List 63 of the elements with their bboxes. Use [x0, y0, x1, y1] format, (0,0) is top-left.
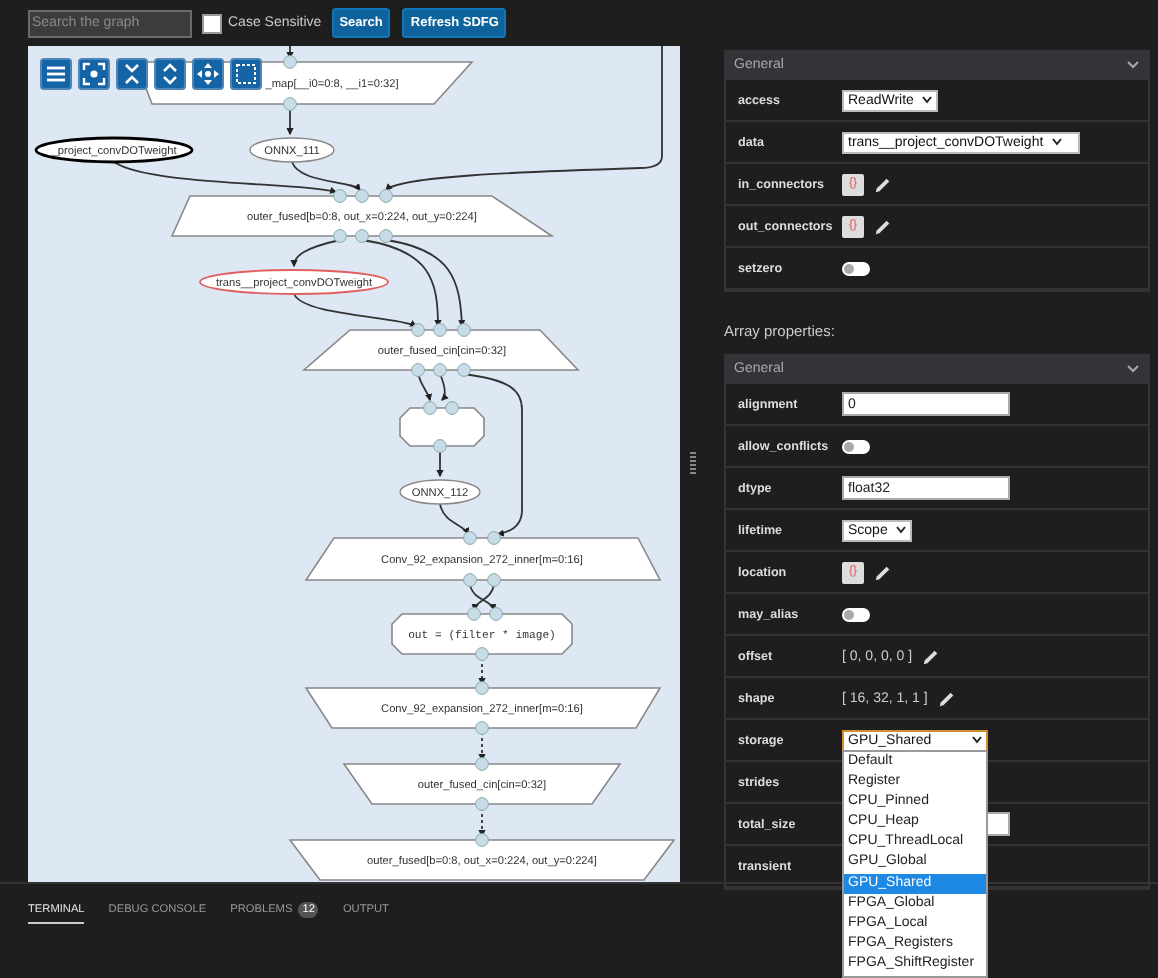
connector-dot	[487, 573, 501, 587]
connector-dot	[333, 189, 347, 203]
caret-icon	[921, 96, 932, 104]
connector-dot	[355, 229, 369, 243]
pencil-icon[interactable]	[922, 647, 941, 665]
connector-dot	[475, 757, 489, 771]
pencil-icon[interactable]	[874, 563, 892, 581]
caret-icon	[1051, 138, 1062, 146]
connector-dot	[475, 797, 489, 811]
connector-dot	[423, 401, 437, 415]
caret-icon	[972, 736, 982, 744]
edge-arrow	[286, 46, 294, 60]
collapse-icon	[120, 62, 144, 86]
move-button[interactable]	[192, 58, 224, 90]
toggle-switch[interactable]	[842, 439, 870, 453]
edge-arrow	[417, 373, 432, 402]
caret-icon	[895, 526, 906, 534]
zoom-to-fit-button[interactable]	[78, 58, 110, 90]
connector-dot	[433, 439, 447, 453]
connector-dot	[463, 531, 477, 545]
connector-dot	[475, 721, 489, 735]
expand-icon	[158, 62, 182, 86]
connector-dot	[379, 189, 393, 203]
toggle-switch[interactable]	[842, 261, 870, 275]
menu-icon	[44, 62, 68, 86]
edge-arrow	[286, 107, 294, 136]
graph-canvas[interactable]	[28, 46, 680, 882]
pencil-icon[interactable]	[874, 175, 892, 193]
toggle-switch[interactable]	[842, 607, 870, 621]
box-select-button[interactable]	[230, 58, 262, 90]
connector-dot	[411, 323, 425, 337]
edge-arrow	[439, 373, 449, 401]
connector-dot	[283, 97, 297, 111]
connector-dot	[433, 363, 447, 377]
connector-dot	[333, 229, 347, 243]
connector-dot	[475, 833, 489, 847]
collapse-button[interactable]	[116, 58, 148, 90]
connector-dot	[445, 401, 459, 415]
case-sensitive-checkbox[interactable]	[202, 13, 222, 33]
connector-dot	[411, 363, 425, 377]
edge-arrow	[436, 449, 444, 478]
connector-dot	[433, 323, 447, 337]
connector-dot	[457, 323, 471, 337]
connector-dot	[283, 55, 297, 69]
edge-arrow	[290, 239, 341, 268]
pencil-icon[interactable]	[874, 217, 892, 235]
tasklet-node[interactable]	[399, 407, 485, 447]
connector-dot	[475, 681, 489, 695]
connector-dot	[355, 189, 369, 203]
box-select-icon	[234, 62, 258, 86]
connector-dot	[467, 607, 481, 621]
move-icon	[196, 62, 220, 86]
splitter-handle[interactable]	[689, 452, 695, 476]
connector-dot	[457, 363, 471, 377]
expand-button[interactable]	[154, 58, 186, 90]
menu-button[interactable]	[40, 58, 72, 90]
connector-dot	[475, 647, 489, 661]
pencil-icon[interactable]	[937, 689, 956, 707]
connector-dot	[379, 229, 393, 243]
connector-dot	[463, 573, 477, 587]
zoom-to-fit-icon	[82, 62, 106, 86]
connector-dot	[489, 607, 503, 621]
connector-dot	[487, 531, 501, 545]
